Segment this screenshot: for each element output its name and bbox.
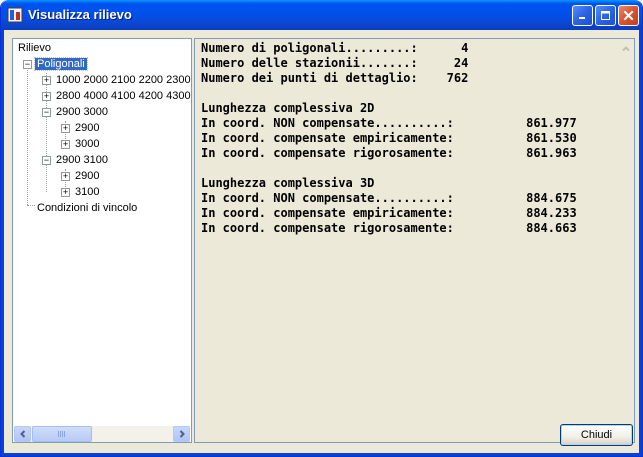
scroll-left-button[interactable] [14, 426, 31, 442]
collapse-icon[interactable]: − [42, 108, 51, 117]
app-icon [7, 7, 23, 23]
scrollbar-thumb[interactable] [32, 426, 92, 442]
collapse-icon[interactable]: − [42, 156, 51, 165]
tree-line [27, 67, 28, 205]
tree-node-polygon[interactable]: 1000 2000 2100 2200 2300 [54, 72, 191, 88]
scroll-right-button[interactable] [173, 426, 190, 442]
report-section-title: Lunghezza complessiva 3D [201, 176, 375, 190]
report-section-title: Lunghezza complessiva 2D [201, 101, 375, 115]
grip-icon [58, 431, 66, 437]
report-line: In coord. compensate rigorosamente: 861.… [201, 146, 577, 160]
tree-node-constraints[interactable]: Condizioni di vincolo [35, 200, 139, 216]
minimize-button[interactable] [572, 5, 593, 26]
chevron-left-icon [19, 430, 25, 438]
dialog-content: Rilievo − Poligonali + 1000 2000 2100 22… [4, 30, 641, 454]
tree-node-label: 2800 4000 4100 4200 4300 [56, 90, 191, 102]
survey-tree[interactable]: Rilievo − Poligonali + 1000 2000 2100 22… [12, 38, 192, 443]
report-vertical-scrollbar[interactable] [618, 40, 634, 442]
chevron-up-icon [622, 45, 630, 51]
report-text-area[interactable]: Numero di poligonali.........: 4 Numero … [194, 38, 635, 443]
tree-node-station[interactable]: 3000 [73, 136, 101, 152]
tree-node-label: 2900 3000 [56, 106, 108, 118]
close-icon [623, 10, 634, 21]
tree-node-label: Condizioni di vincolo [37, 202, 138, 214]
tree-node-root[interactable]: Rilievo [16, 40, 53, 56]
expand-icon[interactable]: + [42, 92, 51, 101]
expand-icon[interactable]: + [61, 188, 70, 197]
tree-node-label: Poligonali [34, 57, 88, 71]
tree-node-label: 1000 2000 2100 2200 2300 [56, 74, 191, 86]
tree-node-poligonali[interactable]: Poligonali [34, 56, 88, 72]
tree-node-label: 3100 [75, 186, 100, 198]
title-bar[interactable]: Visualizza rilievo [1, 0, 642, 30]
maximize-icon [601, 11, 610, 20]
tree-node-polygon[interactable]: 2900 3000 [54, 104, 110, 120]
report-line: In coord. compensate rigorosamente: 884.… [201, 221, 577, 235]
report-line: Numero di poligonali.........: 4 [201, 41, 469, 55]
report-line: In coord. NON compensate..........: 884.… [201, 191, 577, 205]
report-line: In coord. NON compensate..........: 861.… [201, 116, 577, 130]
tree-node-label: 3000 [75, 138, 100, 150]
close-window-button[interactable] [618, 5, 639, 26]
tree-node-polygon[interactable]: 2800 4000 4100 4200 4300 [54, 88, 191, 104]
tree-node-station[interactable]: 2900 [73, 120, 101, 136]
report-line: Numero dei punti di dettaglio: 762 [201, 71, 469, 85]
report-line: Numero delle stazionii.......: 24 [201, 56, 469, 70]
window-title: Visualizza rilievo [28, 7, 132, 22]
tree-node-station[interactable]: 2900 [73, 168, 101, 184]
tree-horizontal-scrollbar[interactable] [14, 426, 190, 442]
tree-node-label: 2900 [75, 170, 100, 182]
tree-node-label: 2900 3100 [56, 154, 108, 166]
window-frame [1, 453, 642, 456]
chevron-right-icon [179, 430, 185, 438]
scroll-up-button[interactable] [618, 40, 634, 57]
tree-line [27, 205, 35, 206]
close-button[interactable]: Chiudi [560, 424, 633, 446]
expand-icon[interactable]: + [61, 140, 70, 149]
expand-icon[interactable]: + [42, 76, 51, 85]
maximize-button[interactable] [595, 5, 616, 26]
minimize-icon [579, 17, 585, 19]
tree-node-polygon[interactable]: 2900 3100 [54, 152, 110, 168]
expand-icon[interactable]: + [61, 124, 70, 133]
tree-node-label: Rilievo [18, 42, 52, 54]
report-line: In coord. compensate empiricamente: 884.… [201, 206, 577, 220]
tree-node-station[interactable]: 3100 [73, 184, 101, 200]
dialog-window: Visualizza rilievo Rilievo − Poligonali … [0, 0, 643, 457]
report-line: In coord. compensate empiricamente: 861.… [201, 131, 577, 145]
tree-node-label: 2900 [75, 122, 100, 134]
collapse-icon[interactable]: − [23, 60, 32, 69]
expand-icon[interactable]: + [61, 172, 70, 181]
